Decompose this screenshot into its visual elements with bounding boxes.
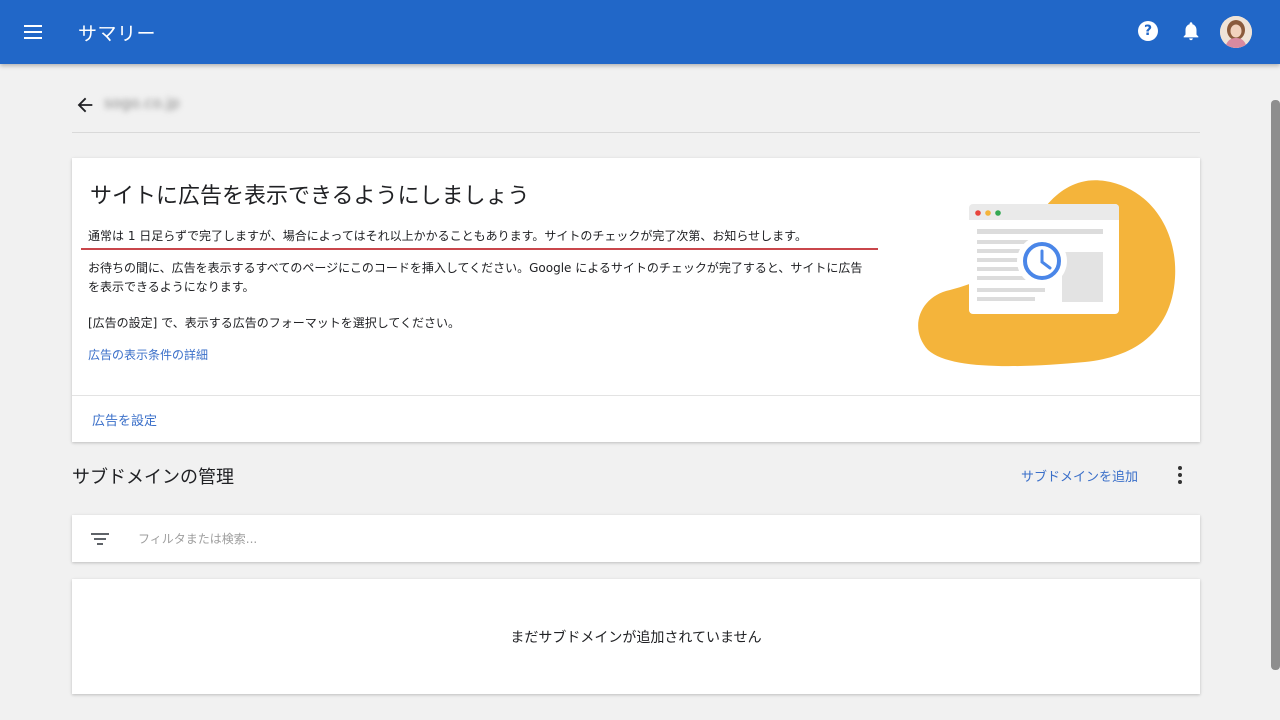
- info-text-review-time: 通常は 1 日足らずで完了しますが、場合によってはそれ以上かかることもあります。…: [88, 229, 807, 243]
- more-vert-icon[interactable]: [1170, 464, 1190, 486]
- card-divider: [72, 395, 1200, 396]
- info-text-ad-settings: [広告の設定] で、表示する広告のフォーマットを選択してください。: [88, 316, 460, 330]
- page-title: サマリー: [78, 23, 157, 45]
- scrollbar[interactable]: [1271, 100, 1280, 670]
- info-text-insert-code: お待ちの間に、広告を表示するすべてのページにこのコードを挿入してください。Goo…: [88, 261, 863, 294]
- setup-ads-link[interactable]: 広告を設定: [92, 410, 157, 429]
- site-name: sogo.co.jp: [104, 94, 180, 112]
- hamburger-menu-icon[interactable]: [22, 20, 46, 44]
- add-subdomain-link[interactable]: サブドメインを追加: [1021, 466, 1138, 485]
- filter-search-input[interactable]: [136, 527, 1180, 551]
- breadcrumb: sogo.co.jp: [72, 88, 1200, 133]
- empty-state-message: まだサブドメインが追加されていません: [510, 630, 762, 646]
- app-bar: サマリー ?: [0, 0, 1280, 64]
- back-arrow-icon[interactable]: [74, 94, 96, 116]
- user-avatar[interactable]: [1220, 16, 1252, 48]
- subdomain-section-title: サブドメインの管理: [72, 467, 234, 488]
- ad-conditions-details-link[interactable]: 広告の表示条件の詳細: [88, 346, 208, 363]
- underline-annotation: [81, 248, 878, 250]
- filter-bar: [72, 515, 1200, 562]
- subdomain-list: まだサブドメインが追加されていません: [72, 579, 1200, 694]
- help-icon[interactable]: ?: [1138, 21, 1158, 41]
- filter-icon[interactable]: [90, 531, 110, 547]
- setup-ads-card: サイトに広告を表示できるようにしましょう 通常は 1 日足らずで完了しますが、場…: [72, 158, 1200, 442]
- card-title: サイトに広告を表示できるようにしましょう: [90, 184, 530, 209]
- review-pending-illustration: [910, 178, 1180, 368]
- bell-icon[interactable]: [1180, 20, 1202, 42]
